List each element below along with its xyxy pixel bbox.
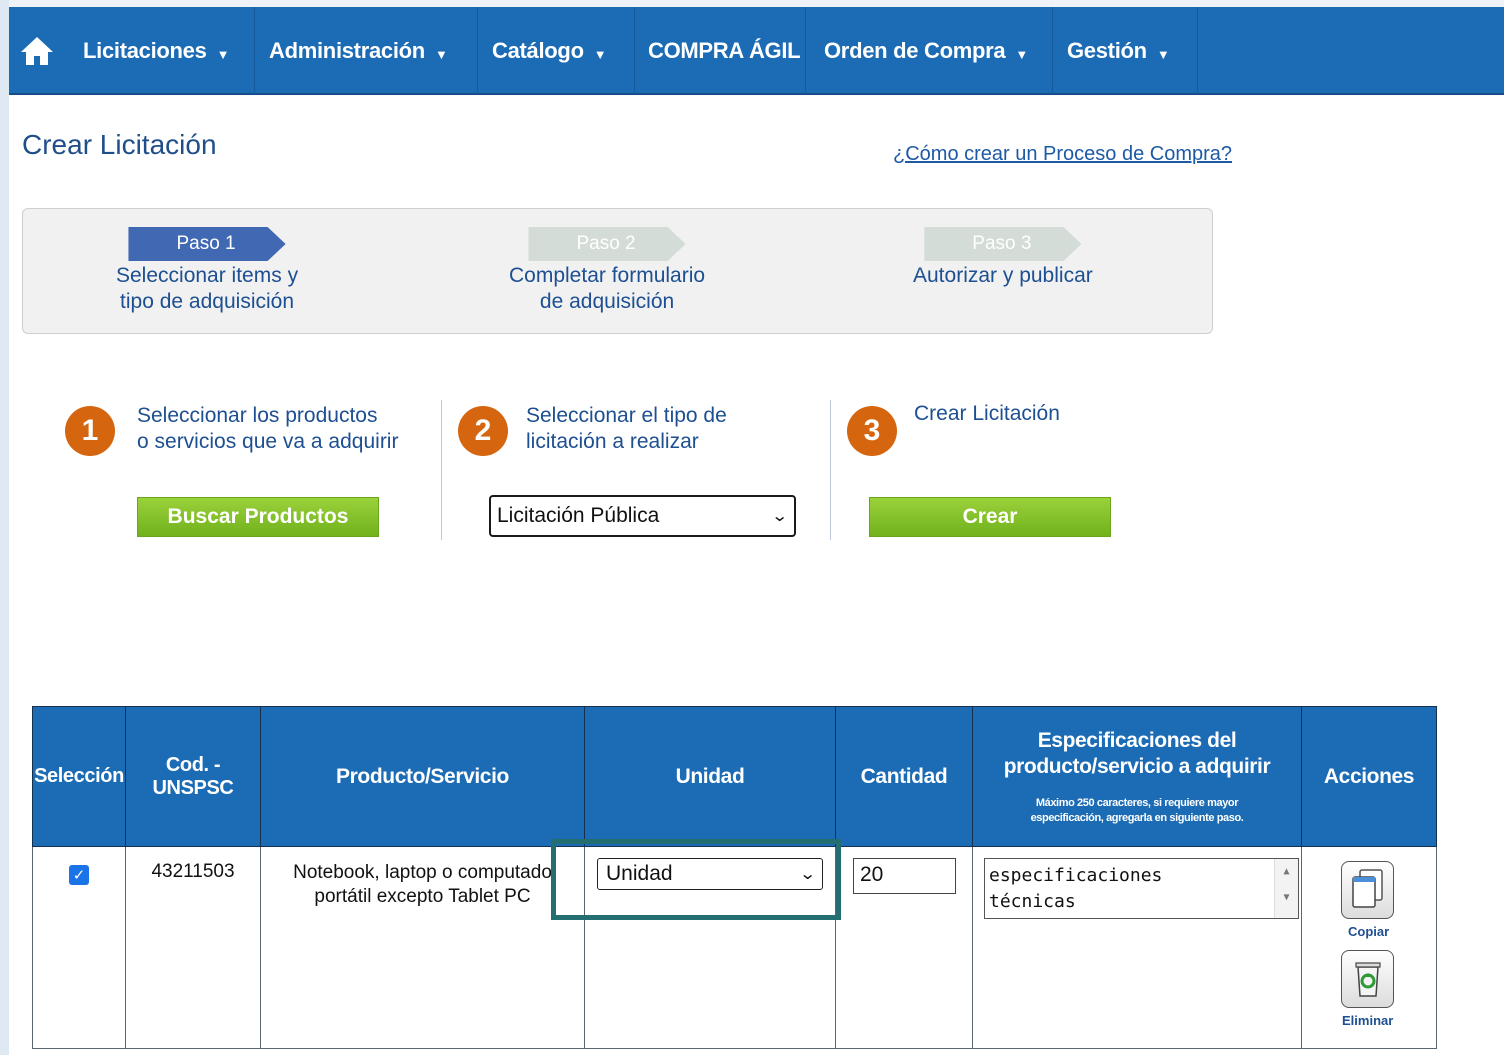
steps-panel: Paso 1 Seleccionar items y tipo de adqui… xyxy=(22,208,1213,334)
col2-line1: Seleccionar el tipo de xyxy=(526,404,727,427)
step-2-text-line2: de adquisición xyxy=(539,290,675,313)
step-1-badge: Paso 1 xyxy=(128,227,285,261)
table-header-row: Selección Cod. -UNSPSC Producto/Servicio… xyxy=(32,706,1437,847)
nav-label-administracion: Administración xyxy=(269,38,425,63)
header-unidad: Unidad xyxy=(584,706,836,847)
nav-label-compra-agil: COMPRA ÁGIL xyxy=(648,38,801,63)
header-seleccion: Selección xyxy=(32,706,126,847)
especificaciones-textarea[interactable]: especificaciones técnicas ▲ ▼ xyxy=(984,858,1299,919)
highlight-box xyxy=(551,839,841,920)
header-spec-line2: producto/servicio a adquirir xyxy=(1003,754,1271,778)
nav-item-catalogo[interactable]: Catálogo ▼ xyxy=(479,7,635,95)
step-1: Paso 1 Seleccionar items y tipo de adqui… xyxy=(116,227,298,315)
col3-instructions: Crear Licitación xyxy=(914,401,1060,427)
nav-divider xyxy=(1197,7,1198,95)
nav-item-gestion[interactable]: Gestión ▼ xyxy=(1054,7,1198,95)
scroll-up-icon: ▲ xyxy=(1283,866,1290,877)
tipo-licitacion-value: Licitación Pública xyxy=(497,504,660,527)
copiar-button[interactable] xyxy=(1341,861,1394,919)
producto-line2: portátil excepto Tablet PC xyxy=(314,886,531,907)
col2-instructions: Seleccionar el tipo de licitación a real… xyxy=(526,403,727,455)
eliminar-button[interactable] xyxy=(1341,950,1394,1008)
nav-label-orden-de-compra: Orden de Compra xyxy=(824,38,1006,63)
row-checkbox[interactable]: ✓ xyxy=(69,865,89,885)
chevron-down-icon: ▼ xyxy=(1015,46,1028,62)
top-strip xyxy=(0,0,1504,7)
header-especificaciones: Especificaciones del producto/servicio a… xyxy=(972,706,1302,847)
chevron-down-icon: ▼ xyxy=(1156,46,1170,62)
copiar-label: Copiar xyxy=(1348,924,1390,939)
eliminar-label: Eliminar xyxy=(1342,1013,1394,1028)
header-spec-line1: Especificaciones del xyxy=(1037,728,1237,752)
col1-line2: o servicios que va a adquirir xyxy=(137,430,399,453)
header-acciones: Acciones xyxy=(1301,706,1437,847)
copy-icon xyxy=(1351,869,1383,908)
step-1-text-line2: tipo de adquisición xyxy=(120,290,295,313)
home-icon xyxy=(21,37,53,65)
page-title: Crear Licitación xyxy=(22,129,217,160)
buscar-productos-button[interactable]: Buscar Productos xyxy=(137,497,379,537)
nav-label-licitaciones: Licitaciones xyxy=(83,38,207,63)
cell-seleccion: ✓ xyxy=(32,846,126,1049)
step-number-3: 3 xyxy=(847,406,897,456)
step-3: Paso 3 Autorizar y publicar xyxy=(913,227,1093,289)
cantidad-input[interactable]: 20 xyxy=(853,858,956,894)
col1-line1: Seleccionar los productos xyxy=(137,404,378,427)
nav-item-licitaciones[interactable]: Licitaciones ▼ xyxy=(65,7,255,95)
nav-item-compra-agil[interactable]: COMPRA ÁGIL xyxy=(636,7,806,95)
step-3-text-line1: Autorizar y publicar xyxy=(913,264,1093,287)
chevron-down-icon: ⌄ xyxy=(770,508,789,525)
header-producto: Producto/Servicio xyxy=(260,706,585,847)
nav-home-button[interactable] xyxy=(9,7,65,95)
step-3-badge: Paso 3 xyxy=(924,227,1081,261)
step-1-text-line1: Seleccionar items y xyxy=(116,264,299,287)
cell-producto: Notebook, laptop o computado portátil ex… xyxy=(260,846,585,1049)
left-strip xyxy=(0,0,9,1055)
nav-item-administracion[interactable]: Administración ▼ xyxy=(256,7,478,95)
col1-instructions: Seleccionar los productos o servicios qu… xyxy=(137,403,398,455)
chevron-down-icon: ▼ xyxy=(216,46,230,62)
chevron-down-icon: ▼ xyxy=(434,46,448,62)
chevron-down-icon: ▼ xyxy=(593,46,607,62)
header-spec-note-line1: Máximo 250 caracteres, si requiere mayor xyxy=(1035,796,1239,809)
column-divider xyxy=(441,400,442,540)
header-cantidad: Cantidad xyxy=(835,706,973,847)
textarea-scrollbar[interactable]: ▲ ▼ xyxy=(1274,859,1298,918)
recycle-bin-icon xyxy=(1354,962,1381,997)
nav-label-catalogo: Catálogo xyxy=(492,38,584,63)
tipo-licitacion-select[interactable]: Licitación Pública ⌄ xyxy=(489,495,796,537)
column-divider xyxy=(830,400,831,540)
step-2-badge: Paso 2 xyxy=(528,227,685,261)
help-link[interactable]: ¿Cómo crear un Proceso de Compra? xyxy=(893,143,1232,166)
producto-line1: Notebook, laptop o computado xyxy=(293,862,552,883)
nav-label-gestion: Gestión xyxy=(1067,38,1147,63)
nav-item-orden-de-compra[interactable]: Orden de Compra ▼ xyxy=(807,7,1053,95)
step-2-text-line1: Completar formulario xyxy=(509,264,706,287)
header-spec-note-line2: especificación, agregarla en siguiente p… xyxy=(1030,811,1244,824)
spec-text-line1: especificaciones xyxy=(989,865,1163,886)
col3-line1: Crear Licitación xyxy=(914,402,1060,425)
scroll-down-icon: ▼ xyxy=(1283,892,1290,903)
col2-line2: licitación a realizar xyxy=(526,430,699,453)
step-number-1: 1 xyxy=(65,406,115,456)
step-number-2: 2 xyxy=(458,406,508,456)
spec-text-line2: técnicas xyxy=(989,891,1076,912)
cell-codigo: 43211503 xyxy=(125,846,261,1049)
step-2: Paso 2 Completar formulario de adquisici… xyxy=(509,227,705,315)
crear-button[interactable]: Crear xyxy=(869,497,1111,537)
main-navbar: Licitaciones ▼ Administración ▼ Catálogo… xyxy=(9,7,1504,95)
header-codigo: Cod. -UNSPSC xyxy=(125,706,261,847)
